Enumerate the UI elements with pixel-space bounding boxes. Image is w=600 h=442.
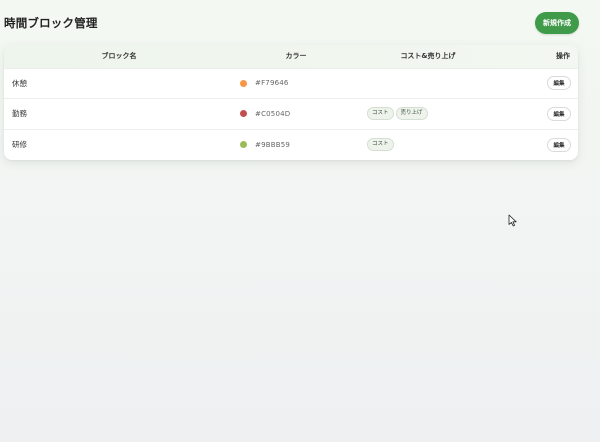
table-row: 研修 #9BBB59 コスト 編集	[4, 129, 578, 160]
sales-tag: 売り上げ	[395, 107, 428, 121]
column-header-cost-sales: コスト&売り上げ	[400, 52, 456, 61]
edit-button[interactable]: 編集	[547, 76, 571, 91]
table-row: 休憩 #F79646 編集	[4, 68, 578, 99]
column-header-color: カラー	[285, 52, 307, 61]
time-block-table: ブロック名 カラー コスト&売り上げ 操作 休憩 #F79646 編集 勤務 #…	[4, 45, 578, 160]
cost-tag: コスト	[367, 107, 394, 121]
mouse-pointer-icon	[508, 214, 517, 227]
table-header-row: ブロック名 カラー コスト&売り上げ 操作	[4, 45, 578, 68]
block-name: 勤務	[12, 109, 27, 119]
table-header: ブロック名 カラー コスト&売り上げ 操作	[4, 45, 578, 68]
color-swatch	[240, 79, 247, 87]
color-hex: #F79646	[255, 79, 289, 88]
color-cell: #F79646	[234, 68, 358, 99]
cost-tag: コスト	[367, 138, 394, 151]
color-cell: #C0504D	[234, 99, 358, 130]
edit-button[interactable]: 編集	[547, 137, 571, 152]
table-body: 休憩 #F79646 編集 勤務 #C0504D コスト 売り上げ 編集 研修 …	[4, 68, 578, 160]
block-name: 休憩	[12, 78, 27, 88]
actions-cell: 編集	[498, 68, 578, 99]
tags-cell: コスト	[358, 129, 498, 160]
table-row: 勤務 #C0504D コスト 売り上げ 編集	[4, 98, 578, 130]
edit-button[interactable]: 編集	[547, 106, 571, 121]
color-cell: #9BBB59	[234, 129, 358, 160]
page-title: 時間ブロック管理	[4, 16, 98, 30]
actions-cell: 編集	[498, 99, 578, 130]
tags-cell: コスト 売り上げ	[358, 99, 498, 130]
block-name: 研修	[12, 140, 27, 149]
time-block-table-card: ブロック名 カラー コスト&売り上げ 操作 休憩 #F79646 編集 勤務 #…	[4, 45, 578, 160]
color-hex: #9BBB59	[255, 140, 291, 149]
tags-cell	[358, 68, 498, 99]
column-header-name: ブロック名	[101, 52, 137, 61]
actions-cell: 編集	[498, 129, 578, 160]
create-new-button[interactable]: 新規作成	[535, 12, 579, 34]
page-header: 時間ブロック管理 新規作成	[4, 12, 579, 34]
color-hex: #C0504D	[255, 109, 291, 118]
column-header-actions: 操作	[556, 52, 570, 61]
color-swatch	[240, 110, 247, 118]
color-swatch	[240, 141, 247, 148]
